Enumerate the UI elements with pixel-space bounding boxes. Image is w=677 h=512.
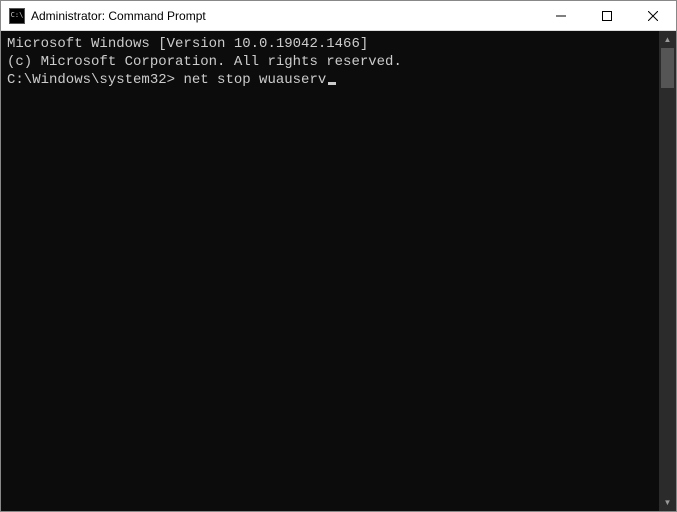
client-area: Microsoft Windows [Version 10.0.19042.14… [1, 31, 676, 511]
typed-command: net stop wuauserv [183, 72, 326, 88]
prompt-line: C:\Windows\system32> net stop wuauserv [7, 71, 653, 89]
window-title: Administrator: Command Prompt [31, 9, 206, 23]
version-line: Microsoft Windows [Version 10.0.19042.14… [7, 35, 653, 53]
vertical-scrollbar[interactable]: ▲ ▼ [659, 31, 676, 511]
scroll-up-arrow-icon[interactable]: ▲ [659, 31, 676, 48]
text-cursor [328, 82, 336, 85]
titlebar[interactable]: C:\ Administrator: Command Prompt [1, 1, 676, 31]
maximize-button[interactable] [584, 1, 630, 30]
scroll-down-arrow-icon[interactable]: ▼ [659, 494, 676, 511]
copyright-line: (c) Microsoft Corporation. All rights re… [7, 53, 653, 71]
window-controls [538, 1, 676, 30]
terminal-output[interactable]: Microsoft Windows [Version 10.0.19042.14… [1, 31, 659, 511]
minimize-icon [556, 11, 566, 21]
cmd-icon: C:\ [9, 8, 25, 24]
prompt-path: C:\Windows\system32> [7, 72, 175, 88]
close-icon [648, 11, 658, 21]
maximize-icon [602, 11, 612, 21]
minimize-button[interactable] [538, 1, 584, 30]
scrollbar-thumb[interactable] [661, 48, 674, 88]
command-prompt-window: C:\ Administrator: Command Prompt Micros… [0, 0, 677, 512]
close-button[interactable] [630, 1, 676, 30]
titlebar-left: C:\ Administrator: Command Prompt [1, 8, 206, 24]
